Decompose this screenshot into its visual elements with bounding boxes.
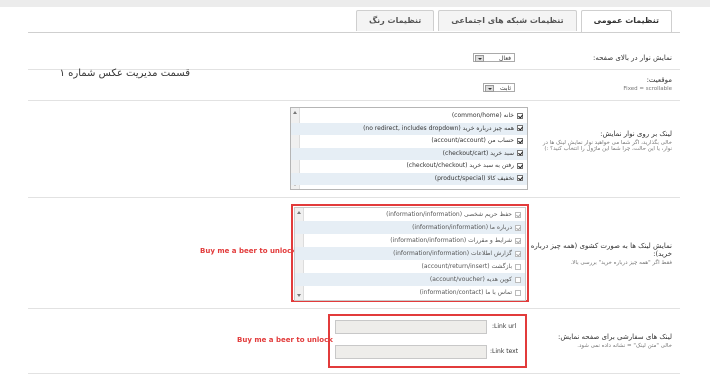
top-strip (0, 0, 710, 7)
unlock-promo: Buy me a beer to unlock (237, 336, 333, 344)
list-item-label: تخفیف کالا (product/special) (434, 174, 514, 182)
links-label-text: لینک بر روی نوار نمایش: (600, 130, 672, 138)
checkbox (515, 263, 521, 270)
divider (28, 100, 680, 101)
tab-bar: تنظیمات عمومی تنظیمات شبکه های اجتماعی ت… (352, 10, 672, 33)
list-item: کوپن هدیه (account/voucher) (295, 273, 525, 286)
divider (28, 373, 680, 374)
list-item: تماس با ما (information/contact) (295, 286, 525, 299)
list-item-label: همه چیز درباره خرید (no redirect, includ… (363, 124, 514, 132)
checkbox (515, 250, 521, 257)
checkbox (515, 276, 521, 283)
list-item[interactable]: همه چیز درباره خرید (no redirect, includ… (291, 122, 527, 135)
dropdown-links-label: نمایش لینک ها به صورت کشوی (همه چیز دربا… (512, 242, 672, 266)
checkbox[interactable] (517, 137, 523, 144)
dropdown-links-listbox: حفظ حریم شخصی (information/information) … (294, 207, 526, 301)
page-heading: قسمت مدیریت عکس شماره ۱ (59, 68, 190, 79)
position-select[interactable]: ثابت (483, 83, 515, 92)
position-value: ثابت (499, 85, 511, 92)
list-item-label: کوپن هدیه (account/voucher) (429, 276, 512, 283)
checkbox[interactable] (517, 112, 523, 119)
chevron-down-icon (475, 55, 484, 62)
links-listbox[interactable]: خانه (common/home) همه چیز درباره خرید (… (290, 107, 528, 190)
list-item[interactable]: حساب من (account/account) (291, 135, 527, 148)
list-item: بازگشت (account/return/insert) (295, 260, 525, 273)
list-item-label: خانه (common/home) (451, 112, 514, 119)
show-bar-select[interactable]: فعال (473, 53, 515, 62)
chevron-down-icon (485, 85, 494, 92)
dropdown-links-label-text: نمایش لینک ها به صورت کشوی (همه چیز دربا… (530, 242, 672, 258)
list-item[interactable]: خانه (common/home) (291, 108, 527, 123)
list-item-label: رفتن به سبد خرید (checkout/checkout) (406, 162, 514, 169)
tab-social[interactable]: تنظیمات شبکه های اجتماعی (438, 10, 577, 31)
list-item[interactable]: رفتن به سبد خرید (checkout/checkout) (291, 160, 527, 173)
divider (28, 197, 680, 198)
checkbox[interactable] (517, 175, 523, 181)
unlock-promo: Buy me a beer to unlock (200, 247, 296, 255)
custom-links-hint: خالی "متن لینک" = نشانه داده نمی شود. (577, 343, 672, 349)
position-label: موقعیت: Fixed = scrollable (532, 76, 672, 92)
show-bar-value: فعال (499, 55, 511, 62)
list-item: درباره ما (information/information) (295, 221, 525, 234)
links-label: لینک بر روی نوار نمایش: خالی بگذارید، اگ… (532, 130, 672, 152)
list-item-label: بازگشت (account/return/insert) (421, 263, 513, 270)
checkbox[interactable] (517, 150, 523, 156)
list-item[interactable]: سبد خرید (checkout/cart) (291, 147, 527, 160)
list-item: حفظ حریم شخصی (information/information) (295, 208, 525, 221)
list-item-label: درباره ما (information/information) (412, 224, 512, 231)
link-url-input (335, 320, 487, 334)
list-item: گزارش اطلاعات (information/information) (295, 247, 525, 260)
link-text-input (335, 345, 487, 359)
checkbox[interactable] (517, 162, 523, 169)
custom-links-label: لینک های سفارشی برای صفحه نمایش: خالی "م… (532, 333, 672, 349)
links-hint: خالی بگذارید، اگر شما می خواهید نوار نما… (542, 140, 672, 152)
checkbox (515, 289, 521, 296)
list-item: شرایط و مقررات (information/information) (295, 234, 525, 247)
list-item-label: حساب من (account/account) (431, 137, 514, 144)
position-label-text: موقعیت: (646, 76, 672, 84)
list-item-label: شرایط و مقررات (information/information) (390, 237, 512, 244)
checkbox (515, 224, 521, 231)
list-item[interactable]: تخفیف کالا (product/special) (291, 172, 527, 185)
list-item-label: سبد خرید (checkout/cart) (442, 149, 514, 157)
tab-general[interactable]: تنظیمات عمومی (580, 10, 672, 33)
checkbox (515, 211, 521, 218)
custom-links-label-text: لینک های سفارشی برای صفحه نمایش: (557, 333, 672, 341)
link-text-label: :Link text (490, 348, 519, 355)
list-item-label: حفظ حریم شخصی (information/information) (386, 211, 512, 218)
list-item-label: گزارش اطلاعات (information/information) (393, 250, 512, 257)
list-item-label: تماس با ما (information/contact) (419, 289, 512, 296)
dropdown-links-hint: فقط اگر "همه چیز درباره خرید" بررسی بالا… (570, 260, 672, 266)
divider (28, 308, 680, 309)
tab-colors[interactable]: تنظیمات رنگ (355, 10, 435, 31)
show-bar-label: نمایش نوار در بالای صفحه: (593, 54, 672, 62)
checkbox (515, 237, 521, 244)
checkbox[interactable] (517, 125, 523, 131)
position-hint: Fixed = scrollable (623, 86, 672, 92)
link-url-label: :Link url (492, 323, 517, 330)
